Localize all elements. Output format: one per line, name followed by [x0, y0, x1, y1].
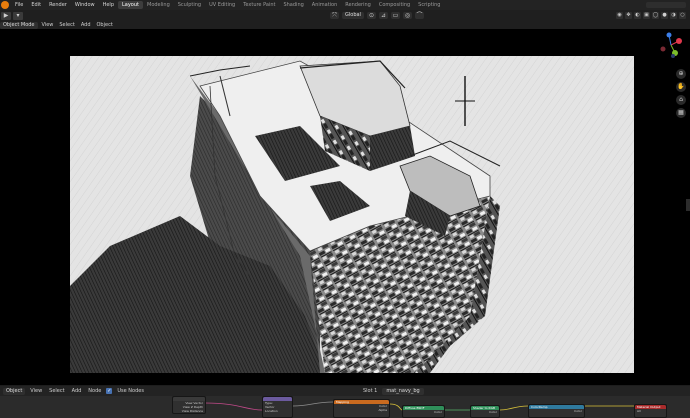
node-diffuse-bsdf[interactable]: Diffuse BSDF Color	[402, 405, 445, 418]
camera-view-icon[interactable]: ⌂	[676, 95, 686, 105]
viewport-header: ▶ ▾ ⤧ Global ⊙ ⊿ ▭ ◎ ⌒ ◉ ✥ ◐ ▣ ◯ ● ◑ ○ O…	[0, 10, 690, 29]
node-menu-node[interactable]: Node	[86, 388, 103, 394]
sidebar-toggle-arrow[interactable]	[686, 199, 690, 211]
wireframe-shading-icon[interactable]: ◯	[652, 12, 659, 19]
tab-compositing[interactable]: Compositing	[375, 1, 414, 9]
node-output-color: Color	[574, 409, 582, 413]
building-render-image	[70, 56, 634, 373]
node-object-dropdown[interactable]: Object	[3, 387, 26, 395]
falloff-icon[interactable]: ⌒	[414, 12, 424, 19]
viewport-nav-buttons: ⊕ ✋ ⌂ ▦	[676, 69, 686, 118]
use-nodes-label: Use Nodes	[117, 388, 144, 394]
menu-render[interactable]: Render	[45, 0, 71, 10]
tab-modeling[interactable]: Modeling	[143, 1, 174, 9]
node-mapping[interactable]: Mapping Color Alpha	[333, 399, 390, 418]
tool-row: ▶ ▾	[1, 11, 23, 20]
mode-row: Object Mode View Select Add Object	[0, 21, 115, 29]
zoom-icon[interactable]: ⊕	[676, 69, 686, 79]
node-output-view-distance: View Distance	[181, 409, 203, 413]
overlay-icon[interactable]: ◐	[634, 12, 641, 19]
proportional-edit-icon[interactable]: ◎	[402, 12, 412, 19]
rendered-shading-icon[interactable]: ○	[679, 12, 686, 19]
material-shading-icon[interactable]: ◑	[670, 12, 677, 19]
tab-shading[interactable]: Shading	[279, 1, 307, 9]
tab-rendering[interactable]: Rendering	[341, 1, 375, 9]
scene-selector[interactable]	[646, 2, 686, 8]
viewport-menu-object[interactable]: Object	[95, 21, 115, 29]
node-menu-view[interactable]: View	[28, 388, 44, 394]
material-name-field[interactable]: mat_navy_bg	[382, 387, 424, 395]
node-vector-type[interactable]: Type: Vector Location	[262, 396, 293, 418]
menu-edit[interactable]: Edit	[27, 0, 45, 10]
tab-sculpting[interactable]: Sculpting	[174, 1, 205, 9]
material-slot-group: Slot 1 mat_navy_bg	[361, 387, 424, 395]
tab-uv-editing[interactable]: UV Editing	[205, 1, 239, 9]
node-target-all: All	[637, 409, 641, 413]
snap-icon[interactable]: ⊿	[378, 12, 388, 19]
node-output-color: Color	[489, 410, 497, 414]
node-menu-add[interactable]: Add	[70, 388, 84, 394]
viewport-menu-add[interactable]: Add	[79, 21, 93, 29]
pan-hand-icon[interactable]: ✋	[676, 82, 686, 92]
node-shader-to-rgb[interactable]: Shader to RGB Color	[470, 405, 500, 418]
orientation-dropdown[interactable]: Global	[342, 12, 364, 19]
navigation-gizmo[interactable]	[658, 32, 684, 58]
visibility-icon[interactable]: ◉	[616, 12, 623, 19]
3d-viewport[interactable]: ⊕ ✋ ⌂ ▦	[0, 29, 690, 385]
tab-animation[interactable]: Animation	[308, 1, 342, 9]
pivot-icon[interactable]: ⊙	[366, 12, 376, 19]
node-texture-coordinate[interactable]: View Vector View Z Depth View Distance	[172, 396, 206, 414]
viewport-shading-controls: ◉ ✥ ◐ ▣ ◯ ● ◑ ○	[616, 11, 686, 20]
top-bar: File Edit Render Window Help Layout Mode…	[0, 0, 690, 10]
node-editor-canvas[interactable]: View Vector View Z Depth View Distance T…	[0, 396, 690, 418]
tab-scripting[interactable]: Scripting	[414, 1, 444, 9]
node-menu-select[interactable]: Select	[47, 388, 66, 394]
menu-file[interactable]: File	[11, 0, 27, 10]
use-nodes-checkbox[interactable]: ✓	[106, 388, 113, 394]
select-tool-icon[interactable]: ▶	[1, 11, 11, 20]
xray-icon[interactable]: ▣	[643, 12, 650, 19]
perspective-grid-icon[interactable]: ▦	[676, 108, 686, 118]
menu-help[interactable]: Help	[99, 0, 118, 10]
node-material-output[interactable]: Material Output All	[634, 404, 667, 418]
tool-settings-icon[interactable]: ▾	[13, 11, 23, 20]
node-output-color: Color	[434, 410, 442, 414]
blender-logo-icon[interactable]	[1, 1, 9, 9]
node-output-alpha: Alpha	[378, 408, 387, 412]
gizmo-toggle-icon[interactable]: ✥	[625, 12, 632, 19]
menu-window[interactable]: Window	[71, 0, 99, 10]
rendered-building-view[interactable]	[70, 56, 634, 373]
solid-shading-icon[interactable]: ●	[661, 12, 668, 19]
node-colorramp[interactable]: ColorRamp Color	[528, 404, 585, 418]
viewport-menu-select[interactable]: Select	[57, 21, 76, 29]
tab-texture-paint[interactable]: Texture Paint	[239, 1, 279, 9]
transform-orientation-icon[interactable]: ⤧	[330, 12, 339, 19]
slot-dropdown[interactable]: Slot 1	[361, 388, 379, 394]
snap-settings-icon[interactable]: ▭	[390, 12, 400, 19]
transform-controls: ⤧ Global ⊙ ⊿ ▭ ◎ ⌒	[330, 11, 424, 20]
node-field-location: Location	[265, 409, 278, 413]
viewport-menu-view[interactable]: View	[40, 21, 56, 29]
node-editor-header: Object View Select Add Node ✓ Use Nodes …	[0, 386, 690, 396]
mode-dropdown[interactable]: Object Mode	[0, 21, 38, 29]
tab-layout[interactable]: Layout	[118, 1, 143, 9]
